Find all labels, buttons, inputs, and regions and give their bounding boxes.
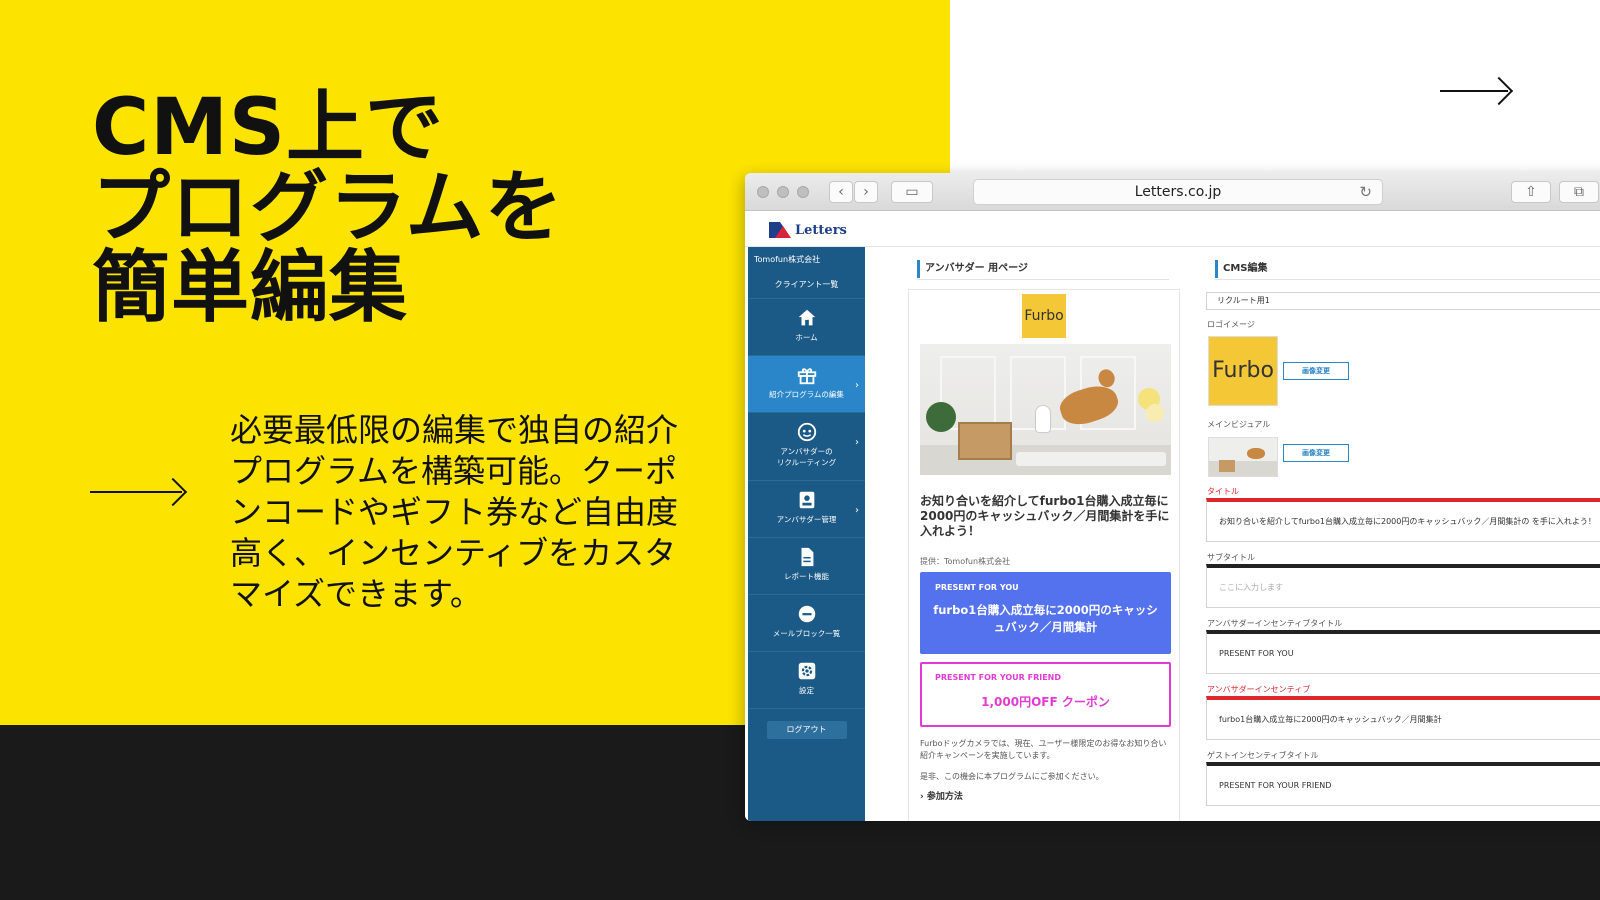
chevron-right-icon: ›	[855, 505, 859, 516]
right-arrow-icon	[1440, 90, 1508, 92]
letters-logo[interactable]: Letters	[769, 220, 847, 240]
sidebar: Tomofun株式会社 クライアント一覧 ホーム 紹介プログラムの編集 › アン…	[748, 247, 865, 821]
main-visual-thumbnail	[1208, 437, 1278, 477]
guest-incentive-title-label: ゲストインセンティブタイトル	[1207, 751, 1319, 760]
web-page: Letters Tomofun株式会社 クライアント一覧 ホーム 紹介プログラム…	[745, 212, 1600, 821]
headline-line-3: 簡単編集	[92, 243, 409, 333]
sidebar-item-recruiting[interactable]: アンバサダーの リクルーティング ›	[748, 413, 865, 481]
change-logo-image-button[interactable]: 画像変更	[1283, 362, 1349, 380]
ambassador-incentive-label: アンバサダーインセンティブ	[1207, 685, 1311, 694]
back-button[interactable]: ‹	[829, 181, 853, 203]
share-button[interactable]: ⇧	[1511, 181, 1551, 203]
zoom-window-icon[interactable]	[797, 186, 809, 198]
logo-image-label: ロゴイメージ	[1207, 320, 1255, 329]
gift-icon	[797, 368, 816, 385]
brand-logo: Furbo	[1022, 294, 1066, 338]
home-icon	[798, 309, 815, 326]
minimize-window-icon[interactable]	[777, 186, 789, 198]
contact-card-icon	[799, 491, 814, 509]
incentive-friend-box: PRESENT FOR YOUR FRIEND 1,000円OFF クーポン	[920, 662, 1171, 727]
ambassador-page-heading: アンバサダー 用ページ	[917, 260, 1169, 280]
title-label: タイトル	[1207, 487, 1239, 496]
program-description: Furboドッグカメラでは、現在、ユーザー様限定のお得なお知り合い紹介キャンペー…	[920, 739, 1167, 760]
how-to-join-link[interactable]: › 参加方法	[920, 789, 963, 802]
face-icon	[797, 422, 816, 442]
subtitle-field[interactable]: ここに入力します	[1206, 564, 1600, 608]
recruit-select[interactable]: リクルート用1	[1206, 292, 1600, 310]
headline: CMS上で プログラムを 簡単編集	[92, 88, 692, 328]
browser-titlebar: ‹ › ▭ Letters.co.jp ↻ ⇧ ⧉	[745, 173, 1600, 211]
sidebar-toggle-button[interactable]: ▭	[891, 181, 933, 203]
logout-button[interactable]: ログアウト	[766, 721, 847, 739]
sidebar-item-report[interactable]: レポート機能	[748, 538, 865, 595]
address-bar[interactable]: Letters.co.jp ↻	[973, 179, 1383, 205]
program-title: お知り合いを紹介してfurbo1台購入成立毎に2000円のキャッシュバック／月間…	[920, 494, 1170, 538]
ambassador-incentive-field[interactable]: furbo1台購入成立毎に2000円のキャッシュバック／月間集計	[1206, 696, 1600, 740]
block-icon	[798, 605, 815, 623]
title-field[interactable]: お知り合いを紹介してfurbo1台購入成立毎に2000円のキャッシュバック／月間…	[1206, 498, 1600, 542]
subtitle-label: サブタイトル	[1207, 553, 1255, 562]
chevron-right-icon: ›	[855, 380, 859, 391]
sidebar-item-home[interactable]: ホーム	[748, 299, 865, 356]
main-visual-label: メインビジュアル	[1207, 420, 1271, 429]
ambassador-page-preview: Furbo お知り合いを紹介してfurbo1台購入成立毎に2000円のキャッシュ…	[908, 289, 1180, 821]
camera-icon	[1036, 406, 1050, 432]
sidebar-company: Tomofun株式会社	[754, 255, 821, 264]
cms-edit-heading: CMS編集	[1215, 260, 1600, 280]
sidebar-item-program-edit[interactable]: 紹介プログラムの編集 ›	[748, 356, 865, 413]
sidebar-item-mail-block[interactable]: メールブロック一覧	[748, 595, 865, 652]
headline-line-1: CMS上で	[92, 83, 445, 173]
ambassador-incentive-title-field[interactable]: PRESENT FOR YOU	[1206, 630, 1600, 674]
description: 必要最低限の編集で独自の紹介プログラムを構築可能。クーポンコードやギフト券など自…	[230, 411, 679, 613]
reload-icon[interactable]: ↻	[1359, 180, 1372, 204]
chevron-right-icon: ›	[855, 437, 859, 448]
app-header: Letters	[745, 212, 1600, 247]
gear-icon	[798, 662, 815, 680]
program-invitation: 是非、この機会に本プログラムにご参加ください。	[920, 772, 1104, 781]
letters-logo-icon	[769, 222, 791, 238]
main-visual-image	[920, 344, 1171, 475]
tabs-overview-button[interactable]: ⧉	[1559, 181, 1599, 203]
guest-incentive-title-field[interactable]: PRESENT FOR YOUR FRIEND	[1206, 762, 1600, 806]
logo-image-thumbnail: Furbo	[1208, 336, 1278, 406]
sidebar-item-ambassador-manage[interactable]: アンバサダー管理 ›	[748, 481, 865, 538]
sidebar-item-settings[interactable]: 設定	[748, 652, 865, 709]
url-text: Letters.co.jp	[1134, 184, 1222, 200]
forward-button[interactable]: ›	[854, 181, 878, 203]
browser-window: ‹ › ▭ Letters.co.jp ↻ ⇧ ⧉ Letters Tomofu…	[745, 173, 1600, 821]
right-arrow-icon	[90, 491, 182, 493]
document-icon	[801, 547, 813, 567]
ambassador-incentive-title-label: アンバサダーインセンティブタイトル	[1207, 619, 1343, 628]
sidebar-item-clients[interactable]: クライアント一覧	[748, 271, 865, 299]
close-window-icon[interactable]	[757, 186, 769, 198]
incentive-you-box: PRESENT FOR YOU furbo1台購入成立毎に2000円のキャッシュ…	[920, 572, 1171, 654]
provider-text: 提供：Tomofun株式会社	[920, 557, 1011, 566]
headline-line-2: プログラムを	[92, 163, 564, 253]
change-main-visual-button[interactable]: 画像変更	[1283, 444, 1349, 462]
